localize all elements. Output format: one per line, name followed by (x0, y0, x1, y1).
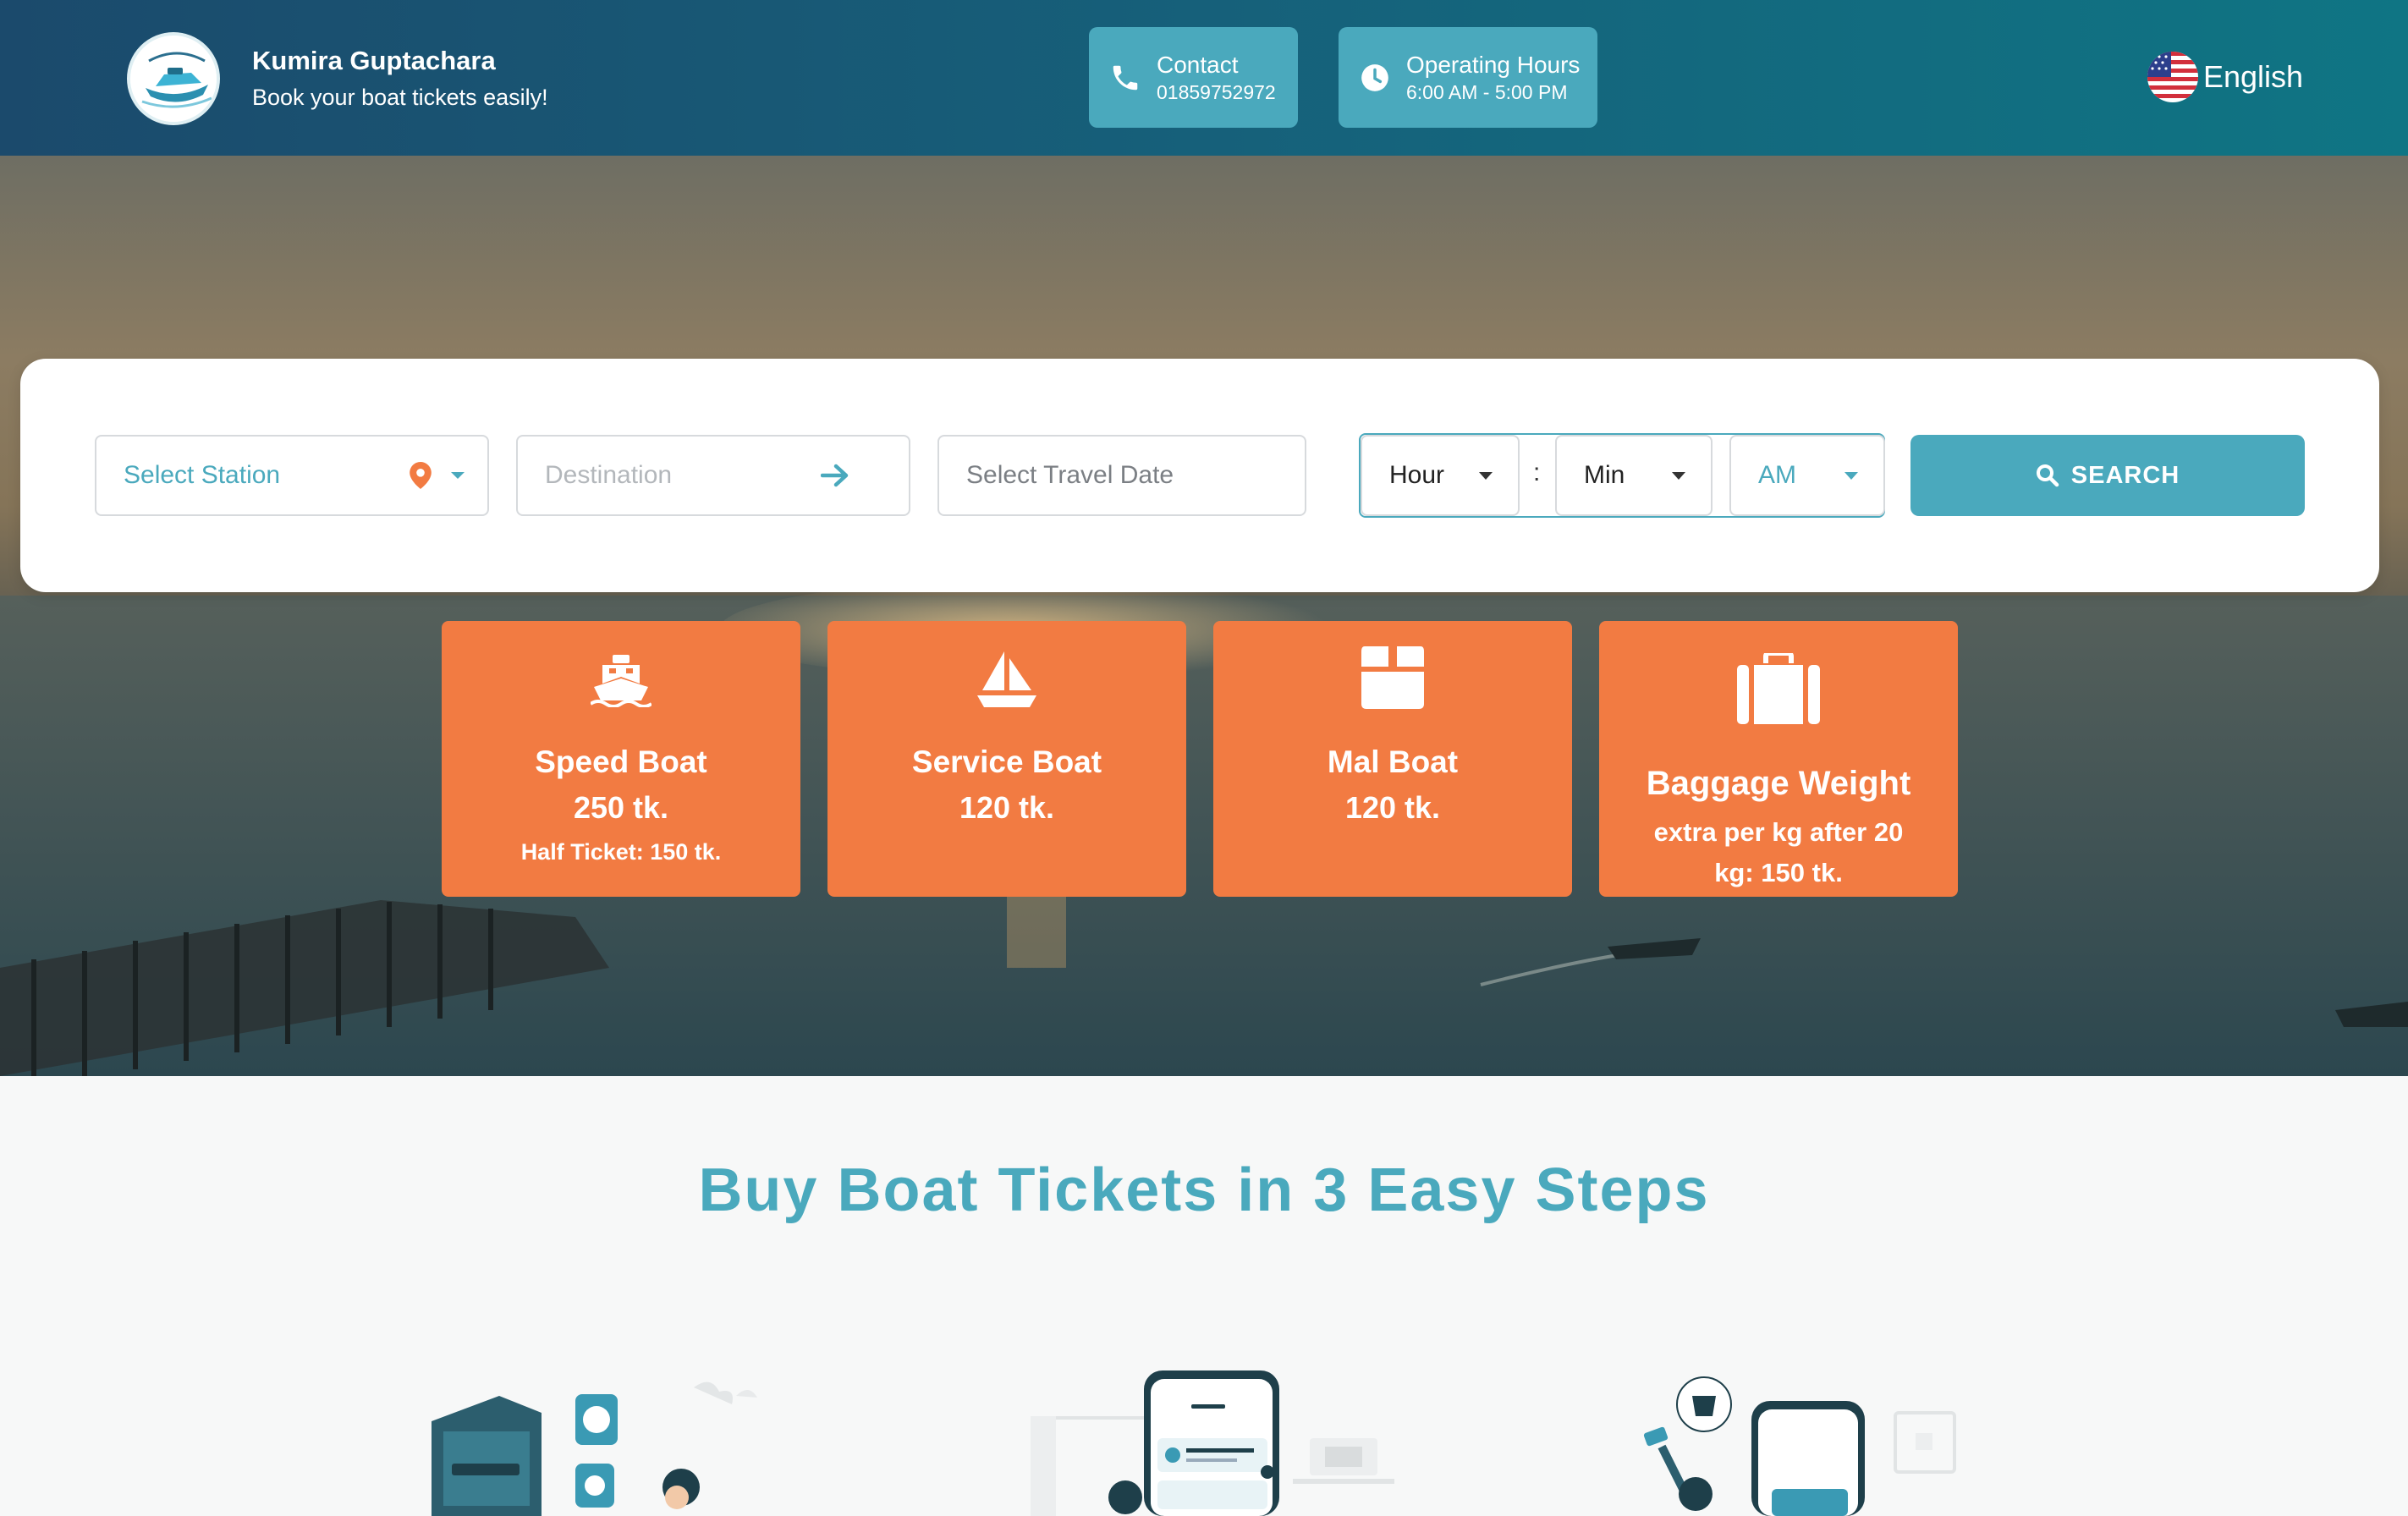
hour-value: Hour (1389, 461, 1445, 489)
fare-card-speed-boat: Speed Boat 250 tk. Half Ticket: 150 tk. (442, 621, 800, 897)
ship-icon (591, 655, 651, 707)
fare-card-mal-boat: Mal Boat 120 tk. (1213, 621, 1572, 897)
caret-down-icon (1844, 472, 1858, 480)
minute-value: Min (1584, 461, 1625, 489)
language-label: English (2203, 59, 2304, 94)
brand-title: Kumira Guptachara (252, 46, 496, 75)
luggage-icon (1737, 653, 1820, 724)
fare-card-baggage-weight: Baggage Weight extra per kg after 20 kg:… (1599, 621, 1958, 897)
contact-phone: 01859752972 (1157, 80, 1276, 103)
station-placeholder: Select Station (124, 461, 281, 489)
sailboat-icon (977, 651, 1036, 707)
caret-down-icon (451, 472, 465, 479)
travel-date-input[interactable]: Select Travel Date (937, 435, 1306, 516)
step-3-illustration (1636, 1370, 2009, 1516)
search-button-label: SEARCH (2070, 461, 2180, 489)
ampm-select[interactable]: AM (1729, 435, 1885, 516)
step-1-illustration (423, 1370, 795, 1516)
clock-icon (1361, 63, 1388, 91)
us-flag-icon (2147, 52, 2198, 102)
operating-hours-box: Operating Hours 6:00 AM - 5:00 PM (1339, 27, 1597, 128)
site-header: Kumira Guptachara Book your boat tickets… (0, 0, 2408, 156)
fare-name: Baggage Weight (1646, 765, 1911, 802)
step-2-illustration (1031, 1370, 1403, 1516)
hours-label: Operating Hours (1406, 51, 1581, 78)
sunset-sea-background (0, 579, 2408, 1076)
fare-card-service-boat: Service Boat 120 tk. (827, 621, 1186, 897)
brand-logo[interactable] (127, 32, 220, 125)
fare-name: Mal Boat (1327, 744, 1459, 779)
date-placeholder: Select Travel Date (966, 461, 1174, 489)
phone-icon (1113, 65, 1138, 90)
contact-label: Contact (1157, 51, 1239, 78)
fare-price: 120 tk. (1344, 790, 1441, 825)
fare-note: Half Ticket: 150 tk. (520, 839, 722, 865)
brand-subtitle: Book your boat tickets easily! (252, 85, 548, 110)
hours-value: 6:00 AM - 5:00 PM (1406, 80, 1568, 103)
ampm-value: AM (1758, 461, 1796, 489)
search-icon (2036, 464, 2059, 487)
steps-heading: Buy Boat Tickets in 3 Easy Steps (698, 1156, 1710, 1224)
minute-select[interactable]: Min (1555, 435, 1713, 516)
caret-down-icon (1479, 472, 1493, 480)
language-selector[interactable]: English (2147, 51, 2303, 103)
hour-select[interactable]: Hour (1361, 435, 1520, 516)
map-pin-icon (410, 462, 432, 489)
fare-name: Service Boat (911, 744, 1102, 779)
caret-down-icon (1672, 472, 1685, 480)
fare-note: extra per kg after 20 kg: 150 tk. (1653, 817, 1904, 887)
ticket-search-panel: Select Station Destination Select Travel… (20, 359, 2379, 592)
fare-price: 120 tk. (959, 790, 1055, 825)
hero-banner (0, 156, 2408, 1076)
destination-select[interactable]: Destination (516, 435, 910, 516)
arrow-right-icon (821, 464, 849, 487)
travel-time-picker: Hour : Min AM (1359, 433, 1885, 518)
fare-name: Speed Boat (535, 744, 707, 779)
contact-box[interactable]: Contact 01859752972 (1089, 27, 1298, 128)
destination-placeholder: Destination (545, 461, 673, 489)
box-icon (1361, 646, 1424, 709)
fare-price: 250 tk. (573, 790, 669, 825)
station-select[interactable]: Select Station (95, 435, 489, 516)
search-button[interactable]: SEARCH (1910, 435, 2305, 516)
time-separator: : (1533, 459, 1541, 486)
